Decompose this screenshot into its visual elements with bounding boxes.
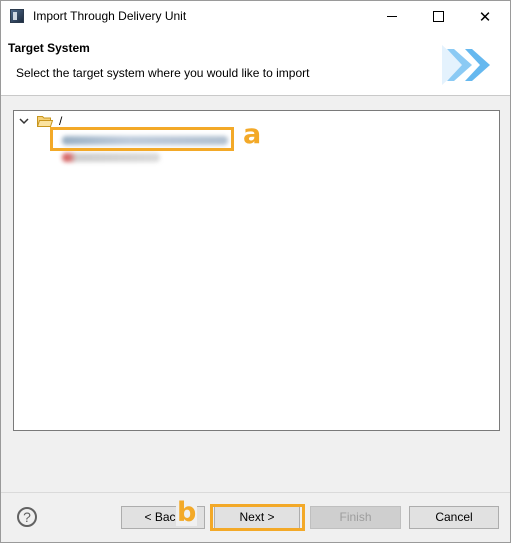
- maximize-icon: [432, 11, 444, 22]
- finish-button[interactable]: Finish: [310, 506, 401, 529]
- maximize-button[interactable]: [415, 1, 461, 32]
- page-description: Select the target system where you would…: [16, 66, 310, 80]
- close-icon: ✕: [478, 8, 492, 26]
- import-dialog: Import Through Delivery Unit ✕ Target Sy…: [0, 0, 511, 543]
- annotation-b-label: b: [176, 497, 198, 528]
- chevron-down-icon[interactable]: [19, 116, 29, 126]
- wizard-banner: Target System Select the target system w…: [1, 32, 510, 96]
- cancel-button[interactable]: Cancel: [409, 506, 499, 529]
- footer-separator: [1, 492, 510, 493]
- tree-item-system-2[interactable]: [62, 153, 160, 162]
- minimize-button[interactable]: [369, 1, 415, 32]
- title-bar[interactable]: Import Through Delivery Unit ✕: [1, 1, 510, 32]
- app-icon: [10, 9, 24, 23]
- close-button[interactable]: ✕: [462, 1, 508, 32]
- page-title: Target System: [8, 41, 90, 55]
- forward-chevrons-graphic-icon: [442, 45, 490, 85]
- annotation-a-label: a: [243, 119, 262, 150]
- highlight-box-b: [210, 504, 305, 531]
- target-system-tree[interactable]: /: [13, 110, 500, 431]
- help-icon[interactable]: ?: [17, 507, 37, 527]
- highlight-box-a: [50, 127, 234, 151]
- open-folder-icon: [37, 116, 53, 127]
- minimize-icon: [387, 16, 397, 17]
- window-title: Import Through Delivery Unit: [33, 9, 187, 23]
- tree-root-label[interactable]: /: [59, 114, 62, 128]
